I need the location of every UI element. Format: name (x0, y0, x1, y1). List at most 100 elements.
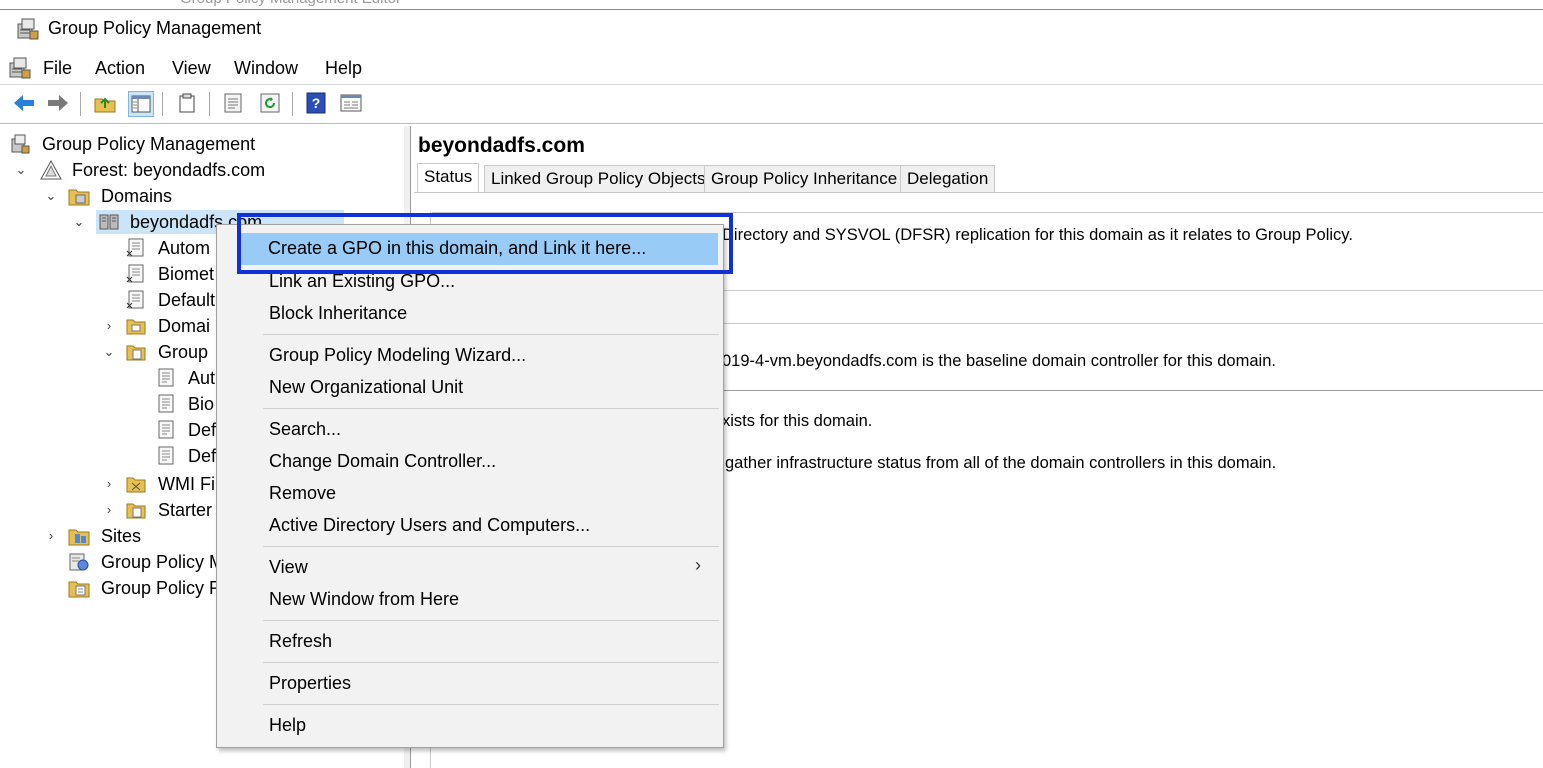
gpo-link-icon (126, 238, 146, 258)
domains-folder-icon (68, 186, 90, 206)
toolbar-separator (209, 92, 210, 116)
menu-separator (263, 662, 719, 663)
menu-item-remove[interactable]: Remove (269, 483, 336, 504)
menu-window[interactable]: Window (234, 58, 298, 79)
background-window-title: Group Policy Management Editor (180, 0, 401, 8)
show-hide-tree-icon[interactable] (128, 91, 154, 117)
tab-status[interactable]: Status (417, 163, 480, 192)
chevron-right-icon[interactable]: › (44, 524, 58, 548)
toolbar-separator (292, 92, 293, 116)
menu-help[interactable]: Help (325, 58, 362, 79)
clipboard-icon[interactable] (175, 91, 199, 115)
details-title: beyondadfs.com (418, 134, 585, 157)
modeling-icon (68, 552, 89, 572)
wmi-folder-icon (126, 474, 146, 494)
tree-label: Forest: beyondadfs.com (72, 160, 266, 180)
svg-text:?: ? (312, 95, 321, 111)
help-icon[interactable]: ? (304, 91, 328, 115)
tree-label: Default (158, 290, 216, 310)
menu-item-change-dc[interactable]: Change Domain Controller... (269, 451, 496, 472)
gpo-icon (156, 446, 176, 466)
tree-label: Def (188, 446, 217, 466)
menu-item-aduc[interactable]: Active Directory Users and Computers... (269, 515, 590, 536)
divider (722, 390, 1543, 391)
status-line: Directory and SYSVOL (DFSR) replication … (722, 226, 1353, 244)
menu-item-modeling-wizard[interactable]: Group Policy Modeling Wizard... (269, 345, 526, 366)
menu-item-new-ou[interactable]: New Organizational Unit (269, 377, 463, 398)
status-line: xists for this domain. (722, 412, 873, 430)
tree-label: Sites (101, 526, 142, 546)
menu-action[interactable]: Action (95, 58, 145, 79)
gpo-link-icon (126, 264, 146, 284)
tree-label: Def (188, 420, 217, 440)
refresh-icon[interactable] (258, 91, 282, 115)
tree-label: Group Policy Management (42, 134, 256, 154)
tree-label: Domains (101, 186, 173, 206)
tree-label: Aut (188, 368, 216, 388)
menu-separator (263, 546, 719, 547)
menu-item-help[interactable]: Help (269, 715, 306, 736)
window-title: Group Policy Management (48, 18, 262, 38)
back-icon[interactable] (12, 91, 36, 115)
menu-item-link-existing-gpo[interactable]: Link an Existing GPO... (269, 271, 455, 292)
properties-icon[interactable] (221, 91, 245, 115)
gpo-folder-icon (126, 342, 146, 362)
gpo-icon (156, 368, 176, 388)
divider (722, 323, 1543, 324)
menu-item-block-inheritance[interactable]: Block Inheritance (269, 303, 407, 324)
tree-label: WMI Fi (158, 474, 215, 494)
starter-folder-icon (126, 500, 146, 520)
menu-separator (263, 620, 719, 621)
tree-label: Bio (188, 394, 215, 414)
menu-item-refresh[interactable]: Refresh (269, 631, 332, 652)
ou-folder-icon (126, 316, 146, 336)
status-line: gather infrastructure status from all of… (725, 454, 1277, 472)
console-view-icon[interactable] (339, 91, 363, 115)
chevron-down-icon[interactable]: ⌄ (44, 184, 58, 208)
context-menu: Create a GPO in this domain, and Link it… (216, 224, 724, 748)
chevron-right-icon[interactable]: › (102, 472, 116, 496)
tree-label: Domai (158, 316, 211, 336)
tree-label: Group Policy M (101, 552, 225, 572)
menu-file[interactable]: File (43, 58, 72, 79)
gpm-node-icon (10, 134, 30, 154)
toolbar-separator (162, 92, 163, 116)
menu-item-search[interactable]: Search... (269, 419, 341, 440)
forest-icon (40, 159, 62, 180)
chevron-down-icon[interactable]: ⌄ (102, 340, 116, 364)
tree-label: Starter (158, 500, 213, 520)
gpo-icon (156, 420, 176, 440)
chevron-down-icon[interactable]: ⌄ (14, 158, 28, 182)
tab-linked-gpos[interactable]: Linked Group Policy Objects (484, 165, 713, 192)
tree-label: Biomet (158, 264, 215, 284)
menu-item-view[interactable]: View (269, 557, 308, 578)
chevron-right-icon[interactable]: › (102, 498, 116, 522)
chevron-down-icon[interactable]: ⌄ (72, 210, 86, 234)
tab-delegation[interactable]: Delegation (900, 165, 996, 192)
gpo-link-icon (126, 290, 146, 310)
menu-separator (263, 334, 719, 335)
tab-strip: Status Linked Group Policy Objects Group… (414, 163, 1543, 193)
tab-inheritance[interactable]: Group Policy Inheritance (704, 165, 905, 192)
menu-bar: File Action View Window Help (0, 52, 1543, 85)
menu-item-properties[interactable]: Properties (269, 673, 351, 694)
gpm-app-icon (16, 18, 40, 45)
system-menu-icon[interactable] (8, 57, 32, 84)
toolbar: ? (0, 85, 1543, 124)
results-icon (68, 578, 90, 598)
sites-icon (68, 526, 90, 546)
up-folder-icon[interactable] (93, 91, 117, 115)
gpo-icon (156, 394, 176, 414)
chevron-right-icon[interactable]: › (102, 314, 116, 338)
tree-label: Group (158, 342, 209, 362)
status-line: 019-4-vm.beyondadfs.com is the baseline … (722, 352, 1276, 370)
tree-label: Autom (158, 238, 211, 258)
forward-icon[interactable] (46, 91, 70, 115)
tree-label: Group Policy R (101, 578, 223, 598)
menu-separator (263, 408, 719, 409)
menu-item-create-gpo-highlighted[interactable]: Create a GPO in this domain, and Link it… (268, 238, 646, 259)
divider (722, 290, 1543, 291)
menu-view[interactable]: View (172, 58, 211, 79)
menu-item-new-window[interactable]: New Window from Here (269, 589, 459, 610)
domain-icon (98, 212, 119, 232)
